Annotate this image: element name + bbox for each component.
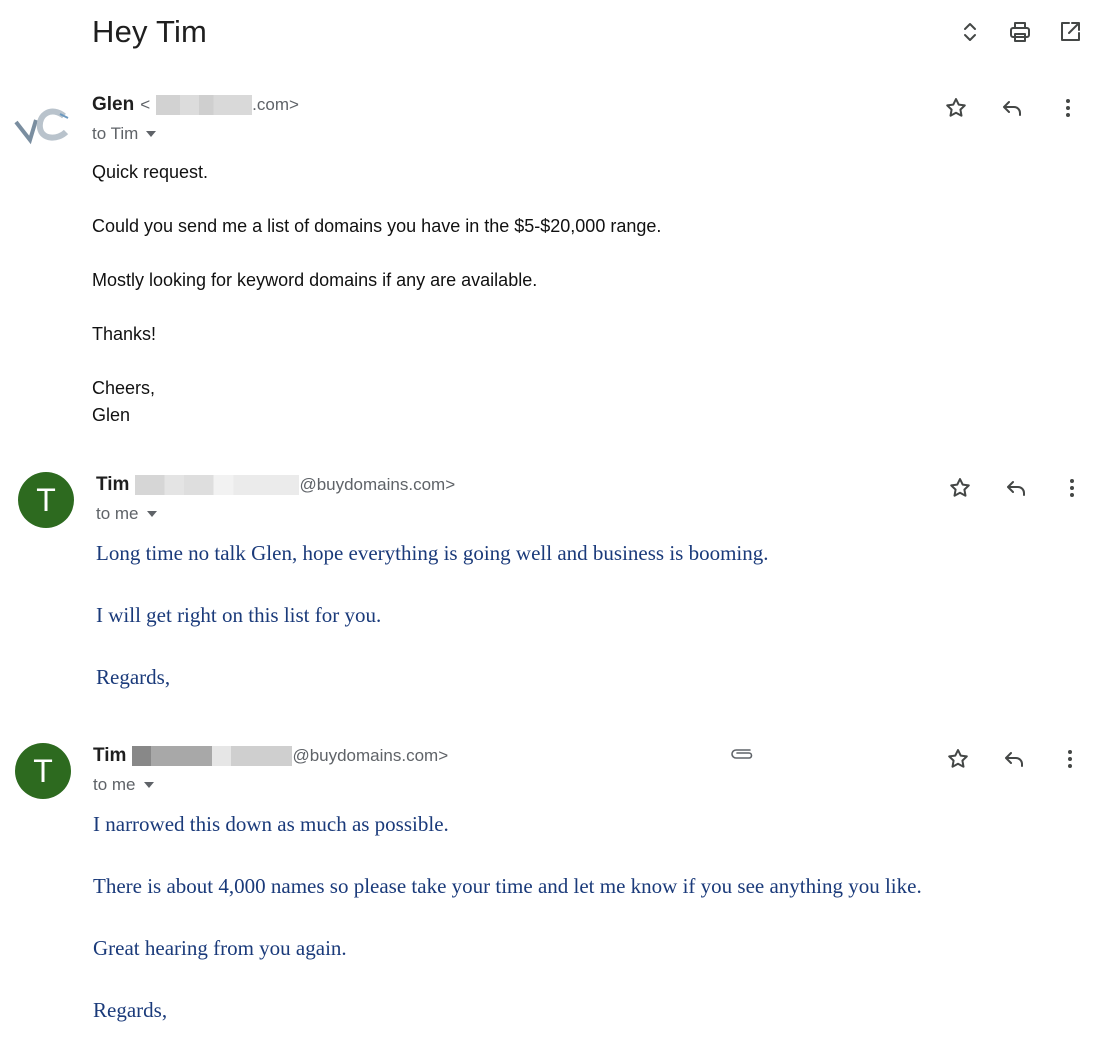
open-new-window-button[interactable] bbox=[1056, 18, 1084, 46]
redacted-email bbox=[132, 746, 293, 766]
thread-toolbar bbox=[956, 18, 1084, 46]
sender-logo-avatar bbox=[14, 108, 69, 145]
star-icon bbox=[948, 749, 968, 768]
more-vert-icon bbox=[1066, 99, 1070, 117]
signoff-line: Glen bbox=[92, 405, 131, 425]
body-paragraph: I narrowed this down as much as possible… bbox=[93, 812, 449, 836]
body-paragraph: There is about 4,000 names so please tak… bbox=[93, 874, 922, 898]
body-paragraph: Great hearing from you again. bbox=[93, 936, 347, 960]
sender-line: Tim @buydomains.com> bbox=[96, 474, 455, 496]
body-paragraph: Regards, bbox=[93, 998, 168, 1022]
body-paragraph: Regards, bbox=[96, 665, 171, 689]
more-options-button[interactable] bbox=[1058, 474, 1086, 502]
more-options-button[interactable] bbox=[1054, 94, 1082, 122]
chevron-down-icon bbox=[146, 511, 157, 517]
body-paragraph: Could you send me a list of domains you … bbox=[92, 216, 662, 236]
open-new-window-icon bbox=[1061, 22, 1080, 41]
recipients-toggle[interactable]: to Tim bbox=[92, 124, 157, 144]
body-paragraph: I will get right on this list for you. bbox=[96, 603, 382, 627]
email-domain: @buydomains.com> bbox=[292, 746, 449, 765]
body-paragraph: Mostly looking for keyword domains if an… bbox=[92, 270, 538, 290]
redacted-email bbox=[156, 95, 253, 115]
sender-email[interactable]: @buydomains.com> bbox=[132, 746, 448, 766]
reply-button[interactable] bbox=[998, 94, 1026, 122]
body-paragraph: Long time no talk Glen, hope everything … bbox=[96, 541, 769, 565]
chevron-down-icon bbox=[146, 131, 157, 137]
sender-email[interactable]: @buydomains.com> bbox=[135, 475, 455, 495]
recipients-label: to Tim bbox=[92, 124, 139, 143]
email-domain: .com> bbox=[252, 95, 299, 114]
expand-all-button[interactable] bbox=[956, 18, 984, 46]
message-body: Long time no talk Glen, hope everything … bbox=[96, 541, 769, 727]
message-body: I narrowed this down as much as possible… bbox=[93, 812, 922, 1060]
star-icon bbox=[950, 478, 970, 497]
sender-name[interactable]: Tim bbox=[93, 745, 126, 767]
sender-email[interactable]: < .com> bbox=[140, 95, 299, 115]
body-paragraph: Quick request. bbox=[92, 162, 209, 182]
signoff-line: Cheers, bbox=[92, 378, 156, 398]
recipients-label: to me bbox=[96, 504, 139, 523]
more-vert-icon bbox=[1068, 750, 1072, 768]
sender-line: Glen < .com> bbox=[92, 94, 299, 116]
more-vert-icon bbox=[1070, 479, 1074, 497]
recipients-label: to me bbox=[93, 775, 136, 794]
body-paragraph: Thanks! bbox=[92, 324, 157, 344]
reply-icon bbox=[1005, 752, 1023, 767]
message-actions bbox=[942, 94, 1082, 122]
star-button[interactable] bbox=[946, 474, 974, 502]
print-button[interactable] bbox=[1006, 18, 1034, 46]
sender-name[interactable]: Tim bbox=[96, 474, 129, 496]
message-actions bbox=[944, 745, 1084, 773]
avatar[interactable]: T bbox=[18, 472, 74, 528]
chevron-down-icon bbox=[143, 782, 154, 788]
recipients-toggle[interactable]: to me bbox=[96, 504, 157, 524]
avatar[interactable]: T bbox=[15, 743, 71, 799]
print-icon bbox=[1010, 22, 1030, 42]
sender-line: Tim @buydomains.com> bbox=[93, 745, 448, 767]
email-domain: @buydomains.com> bbox=[299, 475, 456, 494]
recipients-toggle[interactable]: to me bbox=[93, 775, 154, 795]
more-options-button[interactable] bbox=[1056, 745, 1084, 773]
email-open-bracket: < bbox=[140, 95, 151, 114]
expand-collapse-icon bbox=[964, 23, 976, 41]
redacted-email bbox=[135, 475, 300, 495]
star-button[interactable] bbox=[944, 745, 972, 773]
attachment-icon bbox=[731, 749, 753, 759]
star-button[interactable] bbox=[942, 94, 970, 122]
reply-button[interactable] bbox=[1000, 745, 1028, 773]
message-body: Quick request. Could you send me a list … bbox=[92, 159, 661, 429]
reply-button[interactable] bbox=[1002, 474, 1030, 502]
email-subject: Hey Tim bbox=[92, 14, 208, 49]
star-icon bbox=[946, 98, 966, 117]
reply-icon bbox=[1007, 481, 1025, 496]
reply-icon bbox=[1003, 101, 1021, 116]
sender-name[interactable]: Glen bbox=[92, 94, 134, 116]
message-actions bbox=[946, 474, 1086, 502]
